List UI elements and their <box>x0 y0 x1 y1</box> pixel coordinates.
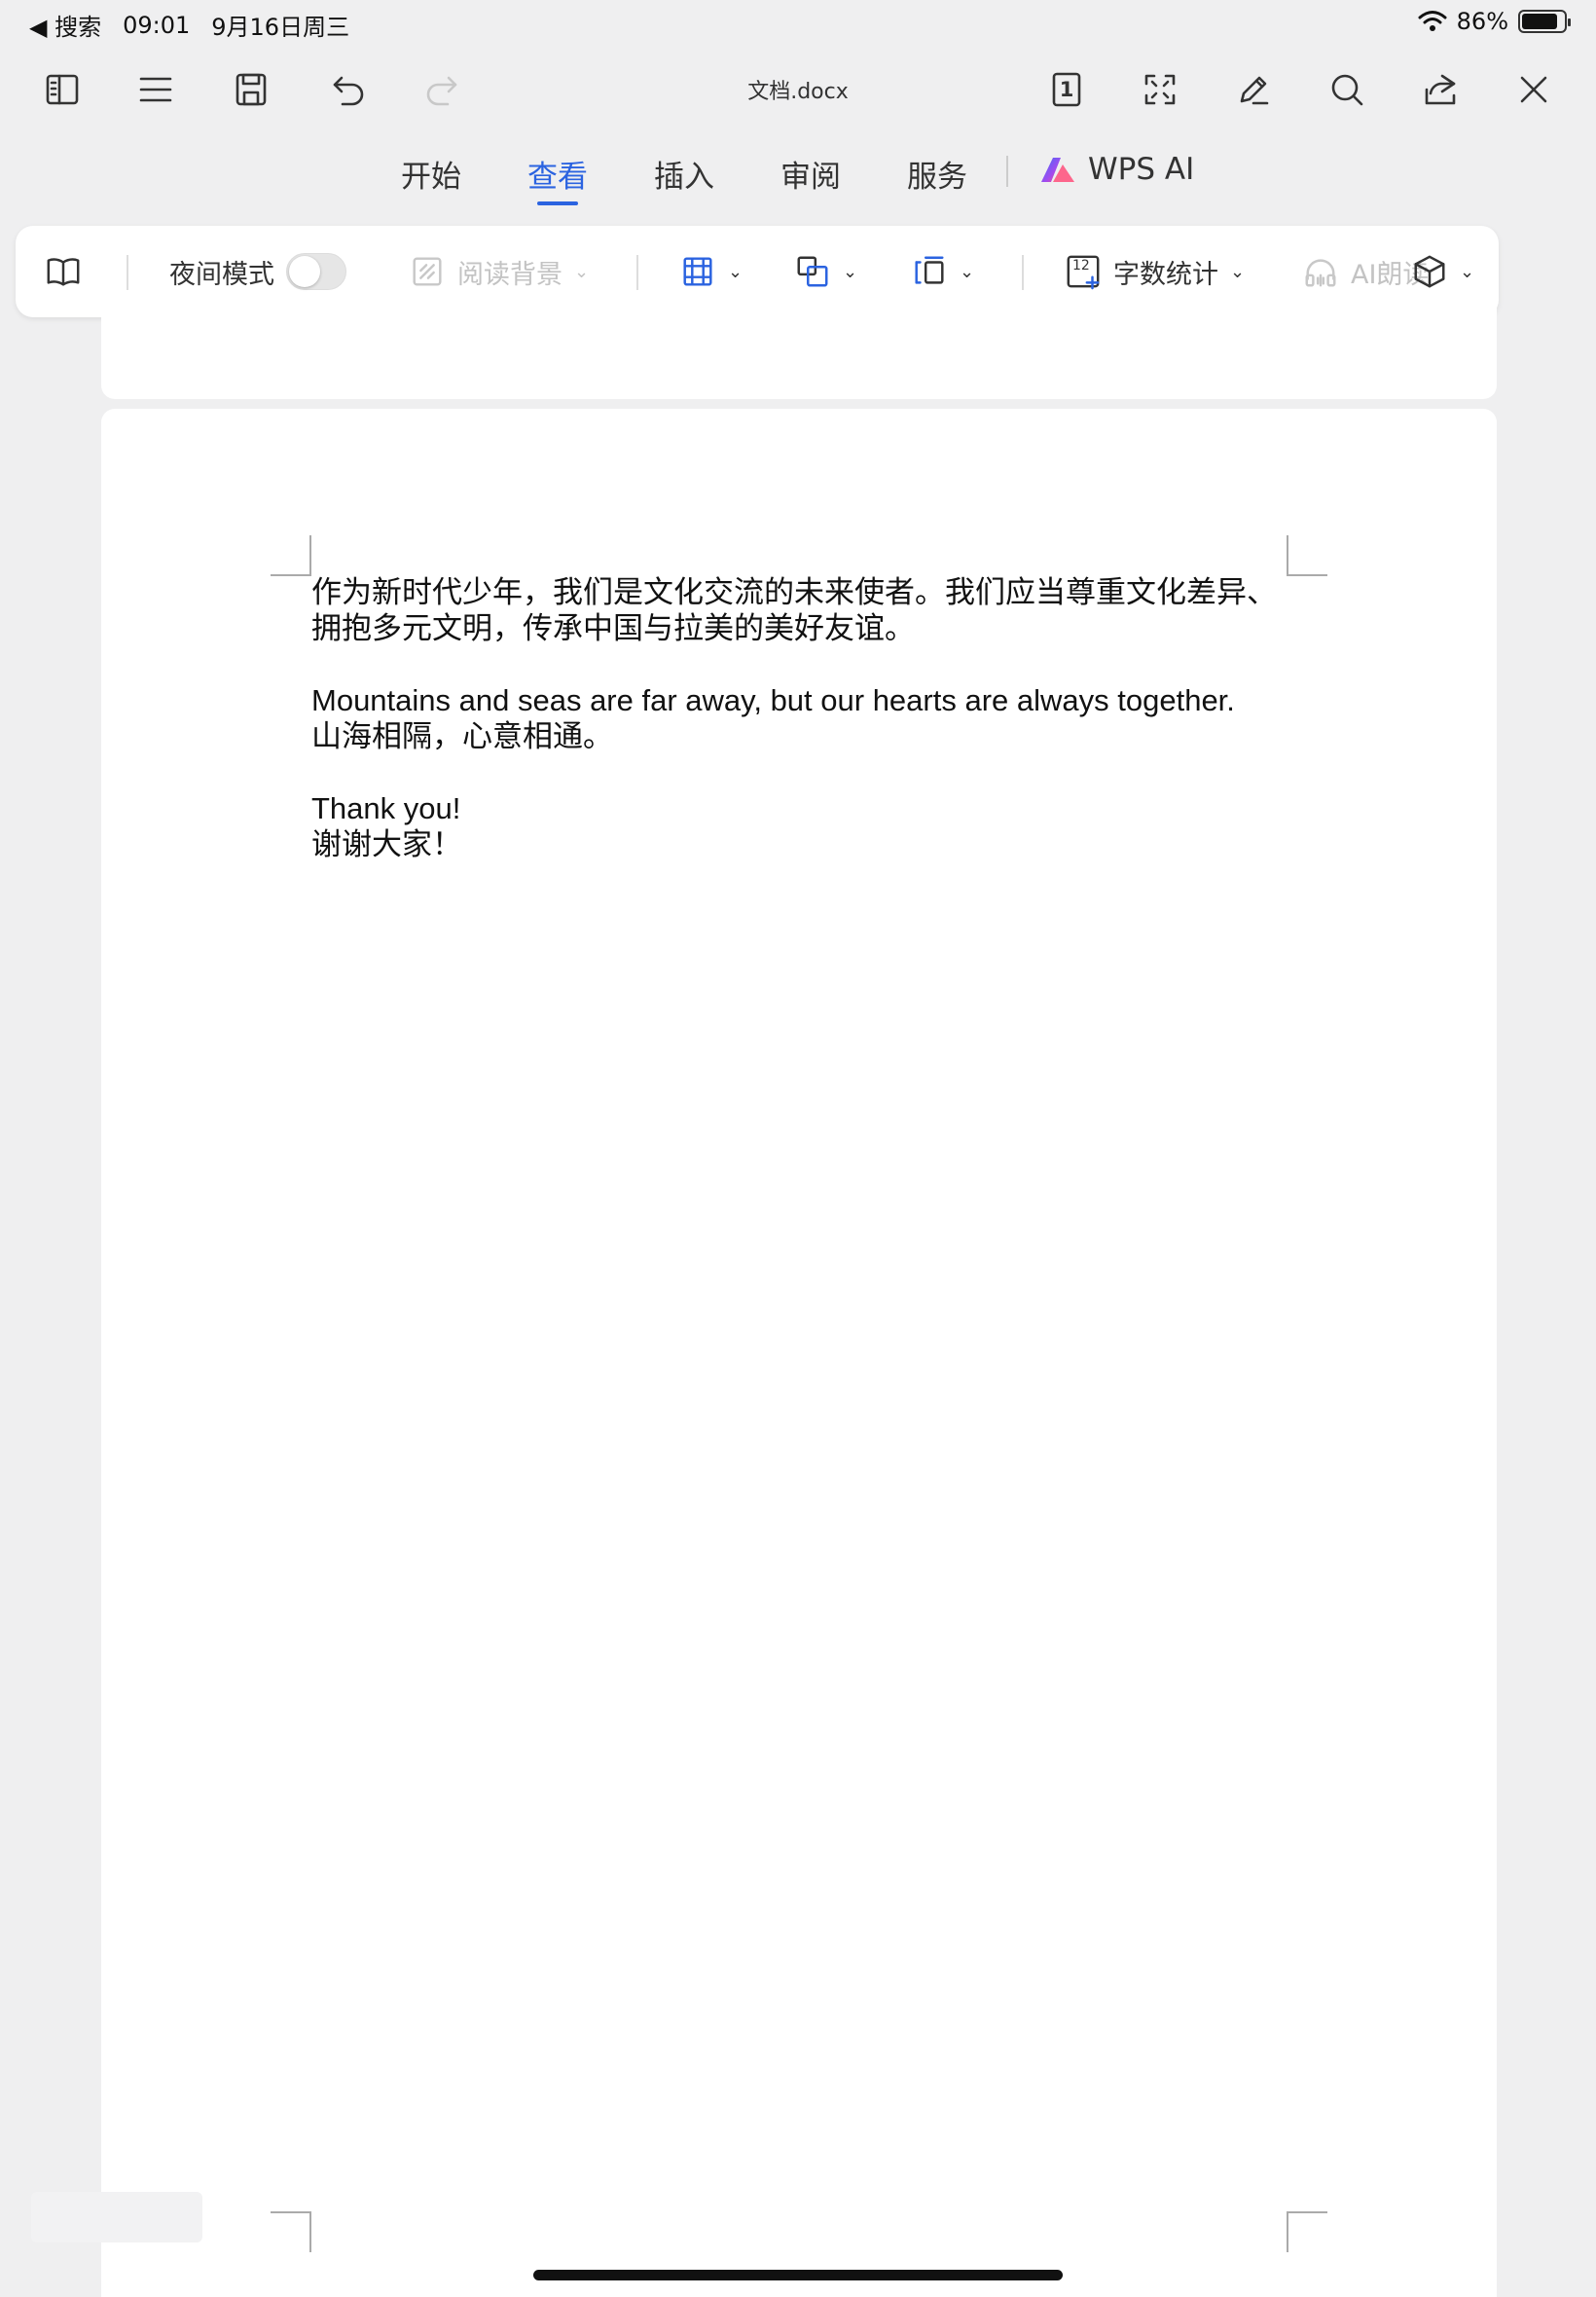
ai-read-button[interactable]: AI朗读 <box>1302 226 1429 317</box>
column-layout-icon <box>683 257 712 286</box>
search-icon <box>1331 74 1363 106</box>
night-mode-label: 夜间模式 <box>169 259 274 290</box>
sidebar-toggle-button[interactable] <box>33 60 91 119</box>
page-size-button[interactable]: ⌄ <box>794 226 857 317</box>
3d-view-button[interactable]: ⌄ <box>1411 226 1474 317</box>
night-mode-switch[interactable] <box>286 253 346 290</box>
tab-wps-ai[interactable]: WPS AI <box>1039 152 1194 187</box>
hamburger-icon <box>139 77 172 102</box>
document-page[interactable]: 作为新时代少年，我们是文化交流的未来使者。我们应当尊重文化差异、拥抱多元文明，传… <box>101 409 1497 2297</box>
tab-review[interactable]: 审阅 <box>780 152 841 196</box>
redo-button[interactable] <box>413 60 471 119</box>
battery-icon <box>1518 10 1571 33</box>
wifi-icon <box>1418 11 1447 31</box>
margin-corner-top-right <box>1287 535 1327 576</box>
tab-separator <box>1006 156 1008 187</box>
document-paragraph[interactable]: 作为新时代少年，我们是文化交流的未来使者。我们应当尊重文化差异、拥抱多元文明，传… <box>311 574 1294 646</box>
search-button[interactable] <box>1318 60 1376 119</box>
battery-fill <box>1522 14 1558 29</box>
status-left: ◀ 搜索 09:01 9月16日周三 <box>29 8 349 42</box>
document-paragraph[interactable]: Mountains and seas are far away, but our… <box>311 682 1294 754</box>
close-button[interactable] <box>1505 60 1563 119</box>
page-spacing-icon <box>915 256 944 284</box>
previous-page <box>101 308 1497 399</box>
menu-button[interactable] <box>127 60 185 119</box>
tab-view[interactable]: 查看 <box>527 152 588 205</box>
tab-start[interactable]: 开始 <box>401 152 461 196</box>
wps-ai-label: WPS AI <box>1088 152 1195 187</box>
chevron-down-icon: ⌄ <box>843 261 858 282</box>
menu-tabs: 开始 查看 插入 审阅 服务 WPS AI <box>0 152 1596 210</box>
margin-corner-bottom-right <box>1287 2211 1327 2252</box>
sidebar-icon <box>46 74 79 105</box>
chevron-down-icon: ⌄ <box>728 261 744 282</box>
share-button[interactable] <box>1411 60 1469 119</box>
reading-background-icon <box>413 257 442 286</box>
cube-icon <box>1414 255 1445 288</box>
redo-icon <box>426 76 457 106</box>
page-size-icon <box>797 256 828 287</box>
undo-icon <box>333 76 364 106</box>
reading-background-label: 阅读背景 <box>457 259 562 290</box>
blurred-element <box>31 2192 202 2242</box>
undo-button[interactable] <box>319 60 378 119</box>
word-count-badge: 12 <box>1072 258 1090 273</box>
back-to-search-link[interactable]: ◀ 搜索 <box>29 8 101 42</box>
page-number: 1 <box>1059 78 1074 101</box>
tab-services[interactable]: 服务 <box>907 152 967 196</box>
page-number-button[interactable]: 1 <box>1037 60 1096 119</box>
pencil-icon <box>1240 76 1269 105</box>
margin-corner-bottom-left <box>271 2211 311 2252</box>
night-mode-toggle[interactable]: 夜间模式 <box>169 226 346 317</box>
column-layout-button[interactable]: ⌄ <box>679 226 743 317</box>
battery-percent: 86% <box>1456 8 1508 35</box>
word-count-icon: 12 <box>1065 253 1102 290</box>
edit-button[interactable] <box>1224 60 1283 119</box>
wps-ai-logo-icon <box>1041 158 1074 182</box>
chevron-down-icon: ⌄ <box>574 261 590 282</box>
home-indicator[interactable] <box>533 2270 1063 2280</box>
page-spacing-button[interactable]: ⌄ <box>911 226 974 317</box>
word-count-label: 字数统计 <box>1113 259 1218 290</box>
close-icon <box>1520 76 1547 103</box>
chevron-down-icon: ⌄ <box>1230 261 1246 282</box>
fullscreen-icon <box>1144 74 1176 105</box>
chevron-down-icon: ⌄ <box>960 261 975 282</box>
top-toolbar: 文档.docx 1 <box>0 60 1596 119</box>
status-right: 86% <box>1418 8 1571 35</box>
status-bar: ◀ 搜索 09:01 9月16日周三 86% <box>0 0 1596 47</box>
status-date: 9月16日周三 <box>211 14 350 41</box>
view-ribbon: 夜间模式 阅读背景 ⌄ ⌄ ⌄ ⌄ 12 字数统计 ⌄ AI朗读 ⌄ <box>16 226 1499 317</box>
margin-corner-top-left <box>271 535 311 576</box>
document-body[interactable]: 作为新时代少年，我们是文化交流的未来使者。我们应当尊重文化差异、拥抱多元文明，传… <box>311 574 1294 898</box>
save-button[interactable] <box>222 60 280 119</box>
reading-background-button[interactable]: 阅读背景 ⌄ <box>409 226 589 317</box>
reading-mode-button[interactable] <box>45 226 82 317</box>
tab-insert[interactable]: 插入 <box>654 152 714 196</box>
ribbon-separator <box>636 255 638 290</box>
chevron-down-icon: ⌄ <box>1460 261 1475 282</box>
fullscreen-button[interactable] <box>1131 60 1189 119</box>
ribbon-separator <box>1022 255 1024 290</box>
word-count-button[interactable]: 12 字数统计 ⌄ <box>1065 226 1245 317</box>
save-icon <box>236 73 267 106</box>
book-icon <box>47 258 80 286</box>
headphones-icon <box>1305 259 1336 287</box>
share-icon <box>1425 74 1456 105</box>
ribbon-separator <box>127 255 128 290</box>
status-time: 09:01 <box>123 11 191 39</box>
toggle-knob <box>289 256 320 287</box>
document-paragraph[interactable]: Thank you! 谢谢大家！ <box>311 790 1294 862</box>
